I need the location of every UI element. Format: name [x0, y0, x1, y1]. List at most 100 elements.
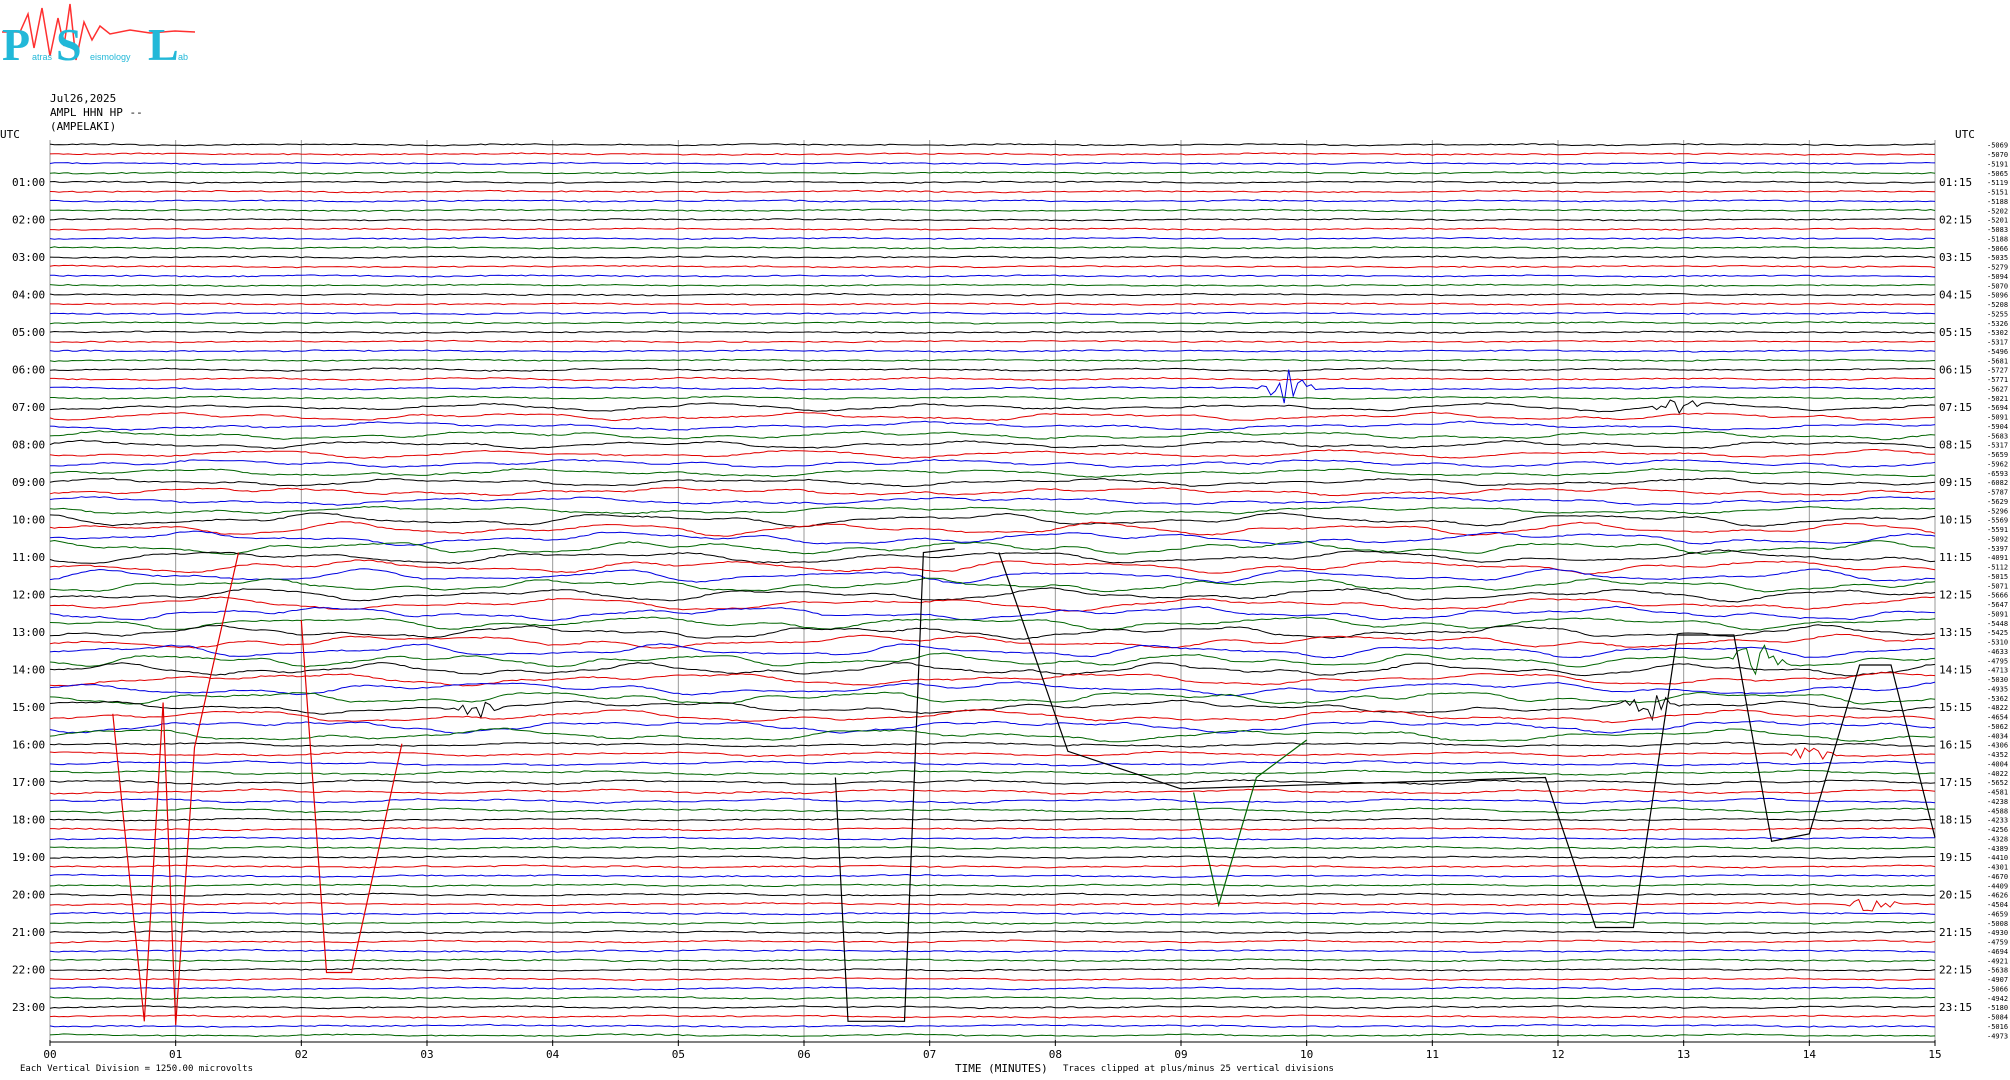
right-hour-label: 10:15: [1939, 514, 1972, 527]
row-mean-label: -5015: [1987, 573, 2008, 581]
row-mean-label: -5008: [1987, 920, 2008, 928]
row-mean-label: -5070: [1987, 151, 2008, 159]
right-hour-label: 15:15: [1939, 701, 1972, 714]
right-hour-label: 18:15: [1939, 814, 1972, 827]
row-mean-label: -5638: [1987, 967, 2008, 975]
trace-row-49: [49, 596, 1936, 612]
row-mean-label: -5647: [1987, 601, 2008, 609]
row-mean-label: -5071: [1987, 582, 2008, 590]
row-mean-label: -4694: [1987, 948, 2008, 956]
right-hour-label: 01:15: [1939, 176, 1972, 189]
row-mean-label: -5591: [1987, 526, 2008, 534]
row-mean-label: -5425: [1987, 629, 2008, 637]
trace-row-17: [50, 302, 1936, 306]
row-mean-label: -5569: [1987, 517, 2008, 525]
row-mean-label: -5065: [1987, 170, 2008, 178]
helicorder-chart: UTC UTC 01:00 02:00 03:00 04:00 05:00 06:00 07:0…: [0, 128, 2008, 1061]
trace-row-81: [49, 898, 1936, 912]
trace-row-59: [49, 691, 1936, 705]
row-mean-label: -4022: [1987, 770, 2008, 778]
row-mean-label: -5652: [1987, 779, 2008, 787]
right-hour-label: 06:15: [1939, 364, 1972, 377]
row-mean-label: -4238: [1987, 798, 2008, 806]
trace-row-45: [49, 559, 1936, 575]
trace-row-41: [49, 521, 1936, 537]
left-hour-label: 05:00: [12, 326, 45, 339]
row-mean-label: -4409: [1987, 882, 2008, 890]
trace-row-91: [49, 995, 1936, 1000]
trace-row-34: [49, 458, 1936, 468]
left-hour-label: 01:00: [12, 176, 45, 189]
row-mean-label: -5681: [1987, 357, 2008, 365]
row-mean-label: -4795: [1987, 657, 2008, 665]
trace-row-53: [49, 633, 1936, 649]
right-axis-title: UTC: [1955, 128, 1975, 141]
row-mean-label: -5094: [1987, 273, 2008, 281]
trace-row-48: [49, 587, 1936, 603]
trace-row-50: [49, 605, 1936, 622]
row-mean-label: -5694: [1987, 404, 2008, 412]
trace-row-18: [49, 311, 1936, 316]
row-mean-label: -4654: [1987, 714, 2008, 722]
trace-row-35: [49, 468, 1936, 478]
trace-row-80: [49, 892, 1936, 897]
left-axis-title: UTC: [0, 128, 20, 141]
trace-row-31: [49, 430, 1936, 441]
row-mean-label: -5066: [1987, 985, 2008, 993]
row-mean-label: -4256: [1987, 826, 2008, 834]
row-mean-label: -5062: [1987, 723, 2008, 731]
trace-row-86: [49, 948, 1936, 953]
row-mean-label: -5296: [1987, 507, 2008, 515]
trace-row-19: [49, 321, 1936, 325]
trace-row-47: [49, 577, 1936, 593]
trace-row-39: [49, 505, 1936, 515]
trace-row-6: [49, 199, 1936, 203]
left-hour-label: 08:00: [12, 439, 45, 452]
right-hour-label: 17:15: [1939, 776, 1972, 789]
right-hour-label: 07:15: [1939, 401, 1972, 414]
row-mean-label: -4670: [1987, 873, 2008, 881]
row-mean-label: -5202: [1987, 207, 2008, 215]
row-mean-label: -4410: [1987, 854, 2008, 862]
left-hour-label: 17:00: [12, 776, 45, 789]
row-mean-label: -4034: [1987, 732, 2008, 740]
row-mean-label: -5070: [1987, 282, 2008, 290]
left-hour-label: 06:00: [12, 364, 45, 377]
row-mean-label: -4352: [1987, 751, 2008, 759]
trace-row-78: [49, 873, 1935, 878]
x-tick-label: 10: [1300, 1048, 1313, 1061]
trace-row-10: [49, 236, 1936, 241]
trace-row-93: [49, 1014, 1936, 1019]
trace-row-8: [49, 217, 1936, 222]
row-mean-label: -5096: [1987, 292, 2008, 300]
row-mean-label: -5030: [1987, 676, 2008, 684]
right-hour-label: 20:15: [1939, 889, 1972, 902]
trace-row-36: [49, 477, 1936, 487]
trace-row-92: [49, 1005, 1936, 1010]
row-mean-label: -4935: [1987, 685, 2008, 693]
trace-row-30: [49, 420, 1936, 431]
trace-row-32: [49, 439, 1936, 450]
trace-row-52: [49, 624, 1936, 640]
row-mean-label: -5727: [1987, 367, 2008, 375]
row-mean-label: -4822: [1987, 704, 2008, 712]
clip-note: Traces clipped at plus/minus 25 vertical…: [1063, 1064, 1334, 1074]
row-mean-label: -5496: [1987, 348, 2008, 356]
right-hour-label: 23:15: [1939, 1001, 1972, 1014]
left-hour-label: 09:00: [12, 476, 45, 489]
row-mean-label: -5627: [1987, 385, 2008, 393]
trace-row-24: [49, 367, 1936, 372]
trace-row-66: [49, 760, 1935, 767]
row-mean-label: -4942: [1987, 995, 2008, 1003]
row-mean-label: -5666: [1987, 592, 2008, 600]
row-mean-label: -5787: [1987, 489, 2008, 497]
row-mean-label: -5310: [1987, 639, 2008, 647]
trace-row-44: [49, 549, 1936, 564]
right-hour-label: 03:15: [1939, 251, 1972, 264]
x-tick-label: 04: [546, 1048, 560, 1061]
x-tick-label: 12: [1551, 1048, 1564, 1061]
row-mean-label: -5771: [1987, 376, 2008, 384]
x-tick-label: 15: [1928, 1048, 1941, 1061]
trace-row-68: [49, 779, 1936, 786]
trace-row-13: [49, 264, 1936, 269]
